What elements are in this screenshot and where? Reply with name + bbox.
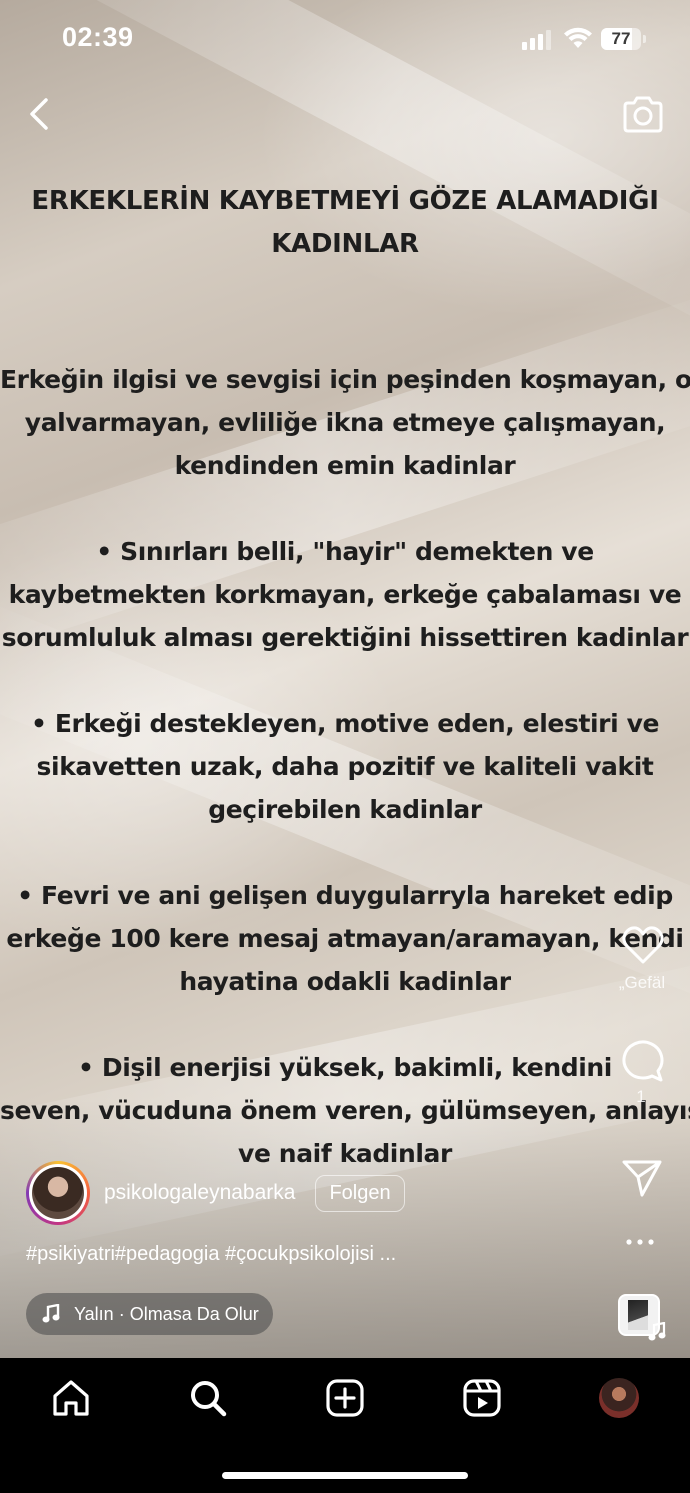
comment-count: 1	[636, 1087, 646, 1106]
author-username[interactable]: psikologaleynabarka	[104, 1181, 295, 1205]
battery-icon: 77	[601, 28, 641, 50]
paragraph-line: geçirebilen kadinlar	[208, 795, 482, 824]
wifi-icon	[564, 27, 592, 48]
author-row: psikologaleynabarka Folgen	[26, 1160, 405, 1226]
cellular-signal-icon	[522, 28, 552, 50]
create-icon[interactable]	[325, 1378, 365, 1418]
post-caption[interactable]: #psikiyatri#pedagogia #çocukpsikolojisi …	[26, 1243, 396, 1266]
home-indicator	[222, 1472, 468, 1479]
music-label: Yalın · Olmasa Da Olur	[74, 1303, 259, 1324]
paragraph-line: sorumluluk alması gerektiğini hissettire…	[1, 623, 689, 652]
reels-icon[interactable]	[462, 1378, 502, 1418]
title-line: KADINLAR	[271, 229, 419, 259]
post-title: ERKEKLERİN KAYBETMEYİ GÖZE ALAMADIĞI KAD…	[0, 180, 690, 266]
post-paragraph: • Erkeği destekleyen, motive eden, elest…	[0, 702, 690, 831]
paragraph-line: Erkeğin ilgisi ve sevgisi için peşinden …	[0, 365, 690, 394]
paragraph-line: yalvarmayan, evliliğe ikna etmeye çalışm…	[24, 408, 666, 437]
author-avatar[interactable]	[26, 1161, 90, 1225]
paragraph-line: sikavetten uzak, daha pozitif ve kalitel…	[36, 752, 654, 781]
status-time: 02:39	[62, 22, 134, 52]
music-note-icon	[42, 1304, 60, 1323]
search-icon[interactable]	[188, 1378, 228, 1418]
post-text: ERKEKLERİN KAYBETMEYİ GÖZE ALAMADIĞI KAD…	[0, 180, 690, 1175]
camera-icon[interactable]	[620, 92, 666, 138]
paragraph-line: hayatina odakli kadinlar	[179, 967, 511, 996]
like-label: „Gefäl	[618, 973, 666, 992]
status-bar: 02:39 77	[0, 0, 690, 80]
paragraph-line: • Sınırları belli, "hayir" demekten ve	[96, 537, 594, 566]
send-icon[interactable]	[621, 1158, 663, 1198]
post-paragraph: • Dişil enerjisi yüksek, bakimli, kendin…	[0, 1046, 690, 1175]
paragraph-line: • Fevri ve ani gelişen duygularryla hare…	[17, 881, 673, 910]
music-pill[interactable]: Yalın · Olmasa Da Olur	[26, 1293, 273, 1335]
battery-percent: 77	[611, 29, 631, 48]
battery-cap	[643, 35, 646, 43]
paragraph-line: seven, vücuduna önem veren, gülümseyen, …	[0, 1096, 690, 1125]
comment-icon[interactable]	[620, 1037, 666, 1083]
music-note-icon	[648, 1322, 666, 1341]
heart-icon[interactable]	[621, 925, 665, 965]
profile-avatar[interactable]	[599, 1378, 639, 1418]
title-line: ERKEKLERİN KAYBETMEYİ GÖZE ALAMADIĞI	[31, 186, 659, 216]
paragraph-line: kendinden emin kadinlar	[174, 451, 516, 480]
like-action[interactable]: „Gefäl	[600, 925, 690, 993]
comment-action[interactable]: 1	[600, 1037, 690, 1107]
home-icon[interactable]	[51, 1378, 91, 1418]
paragraph-line: erkeğe 100 kere mesaj atmayan/aramayan, …	[6, 924, 684, 953]
share-action[interactable]	[600, 1158, 690, 1202]
paragraph-line: • Erkeği destekleyen, motive eden, elest…	[30, 709, 660, 738]
post-paragraph: • Sınırları belli, "hayir" demekten ve k…	[0, 530, 690, 659]
more-action[interactable]	[600, 1232, 690, 1251]
follow-button[interactable]: Folgen	[315, 1174, 405, 1212]
reel-background: 02:39 77 ERKEKLERİN KAYBETMEYİ GÖZE ALAM…	[0, 0, 690, 1358]
chevron-left-icon[interactable]	[22, 96, 58, 132]
paragraph-line: • Dişil enerjisi yüksek, bakimli, kendin…	[78, 1053, 612, 1082]
post-paragraph: • Fevri ve ani gelişen duygularryla hare…	[0, 874, 690, 1003]
more-icon[interactable]	[625, 1237, 655, 1247]
post-paragraph: Erkeğin ilgisi ve sevgisi için peşinden …	[0, 358, 690, 487]
paragraph-line: kaybetmekten korkmayan, erkeğe çabalamas…	[8, 580, 682, 609]
